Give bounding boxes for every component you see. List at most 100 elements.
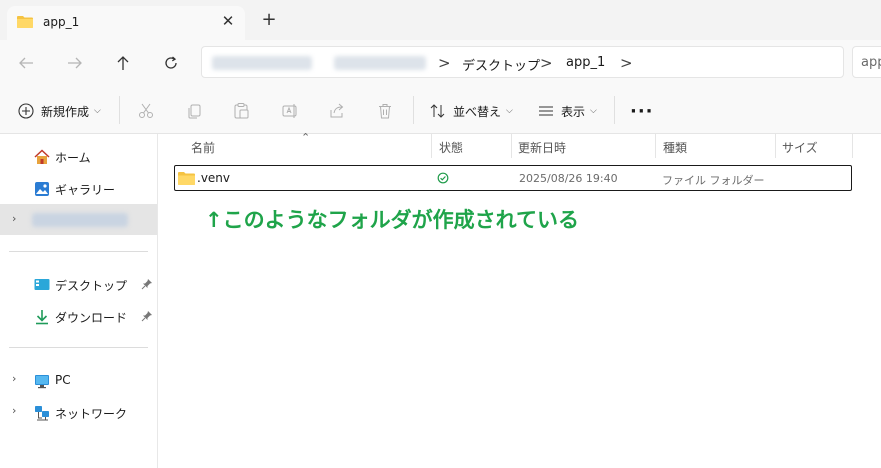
sort-icon bbox=[430, 104, 445, 118]
divider bbox=[413, 96, 414, 124]
forward-button[interactable] bbox=[63, 52, 87, 74]
divider bbox=[9, 347, 148, 348]
sidebar-item-home[interactable]: ホーム bbox=[0, 142, 157, 170]
breadcrumb-separator: > bbox=[540, 54, 553, 72]
trash-icon bbox=[379, 104, 391, 119]
annotation-text: ↑このようなフォルダが作成されている bbox=[205, 208, 579, 232]
divider bbox=[614, 96, 615, 124]
breadcrumb-separator: > bbox=[620, 54, 633, 72]
sort-button[interactable]: 並べ替え ⌵ bbox=[429, 100, 513, 122]
view-button-label: 表示 bbox=[561, 104, 586, 119]
cut-button[interactable] bbox=[137, 100, 155, 122]
chevron-right-icon[interactable]: › bbox=[12, 372, 16, 385]
divider bbox=[9, 251, 148, 252]
sidebar-item-network[interactable]: › ネットワーク bbox=[0, 398, 157, 426]
file-list: ⌃ 名前 状態 更新日時 種類 サイズ .venv 2025/08/26 19:… bbox=[159, 131, 881, 468]
new-tab-button[interactable]: + bbox=[258, 9, 280, 31]
up-arrow-icon bbox=[117, 56, 129, 70]
back-button[interactable] bbox=[14, 52, 38, 74]
divider bbox=[119, 96, 120, 124]
close-tab-icon[interactable]: ✕ bbox=[219, 12, 237, 30]
back-arrow-icon bbox=[19, 57, 33, 69]
command-bar: 新規作成 ⌵ 並べ替え ⌵ 表示 ⌵ ··· bbox=[0, 86, 881, 134]
sidebar-item-label: ギャラリー bbox=[55, 183, 116, 197]
share-button[interactable] bbox=[328, 100, 346, 122]
file-type: ファイル フォルダー bbox=[662, 174, 765, 187]
sidebar-item-downloads[interactable]: ダウンロード bbox=[0, 302, 157, 330]
column-divider[interactable] bbox=[655, 134, 656, 158]
table-row[interactable]: .venv 2025/08/26 19:40 ファイル フォルダー bbox=[174, 165, 852, 191]
column-header-name[interactable]: 名前 bbox=[191, 139, 215, 156]
breadcrumb-desktop[interactable]: デスクトップ bbox=[462, 55, 540, 74]
forward-arrow-icon bbox=[68, 57, 82, 69]
synced-check-icon bbox=[437, 172, 449, 184]
sort-button-label: 並べ替え bbox=[453, 104, 502, 119]
breadcrumb-separator: > bbox=[438, 54, 451, 72]
plus-circle-icon bbox=[18, 103, 34, 119]
paste-button[interactable] bbox=[232, 100, 250, 122]
pin-icon[interactable] bbox=[141, 310, 153, 322]
folder-icon bbox=[17, 16, 33, 28]
column-divider[interactable] bbox=[852, 134, 853, 158]
gallery-icon bbox=[35, 182, 49, 196]
sidebar-item-pc[interactable]: › PC bbox=[0, 366, 157, 394]
download-icon bbox=[36, 310, 48, 325]
chevron-down-icon: ⌵ bbox=[506, 106, 513, 116]
redacted-crumb bbox=[334, 56, 426, 70]
column-divider[interactable] bbox=[775, 134, 776, 158]
pc-icon bbox=[35, 375, 49, 389]
share-icon bbox=[330, 103, 344, 118]
sidebar-item-label: PC bbox=[55, 373, 71, 387]
more-options-button[interactable]: ··· bbox=[630, 100, 654, 122]
column-header-size[interactable]: サイズ bbox=[782, 139, 818, 156]
file-modified: 2025/08/26 19:40 bbox=[519, 172, 618, 185]
refresh-button[interactable] bbox=[159, 52, 183, 74]
sort-ascending-icon: ⌃ bbox=[301, 131, 311, 144]
column-divider[interactable] bbox=[511, 134, 512, 158]
chevron-down-icon: ⌵ bbox=[590, 106, 597, 116]
sidebar-item-gallery[interactable]: ギャラリー bbox=[0, 174, 157, 202]
paste-icon bbox=[234, 103, 249, 119]
refresh-icon bbox=[165, 56, 177, 69]
copy-button[interactable] bbox=[185, 100, 203, 122]
new-button-label: 新規作成 bbox=[41, 104, 90, 119]
sidebar-item-label: ホーム bbox=[55, 151, 91, 165]
address-row: > デスクトップ > app_1 > app bbox=[0, 40, 881, 86]
address-bar[interactable]: > デスクトップ > app_1 > bbox=[201, 46, 844, 78]
file-name: .venv bbox=[197, 171, 231, 185]
redacted-label bbox=[32, 213, 128, 227]
folder-icon bbox=[178, 172, 195, 185]
view-list-icon bbox=[539, 106, 553, 116]
delete-button[interactable] bbox=[376, 100, 394, 122]
column-header-status[interactable]: 状態 bbox=[439, 139, 463, 156]
rename-icon bbox=[282, 104, 297, 118]
sidebar-item-onedrive[interactable]: › bbox=[0, 204, 157, 235]
navigation-pane: ホーム ギャラリー › デスクトップ ダウンロード › PC › ネットワーク bbox=[0, 134, 158, 468]
new-button[interactable]: 新規作成 ⌵ bbox=[17, 100, 101, 122]
desktop-icon bbox=[34, 279, 50, 290]
chevron-right-icon[interactable]: › bbox=[12, 404, 16, 417]
tab-strip: app_1 ✕ + bbox=[0, 0, 881, 40]
network-icon bbox=[35, 406, 49, 421]
pin-icon[interactable] bbox=[141, 278, 153, 290]
chevron-right-icon: › bbox=[12, 212, 17, 225]
tab-title: app_1 bbox=[43, 15, 80, 29]
search-input[interactable]: app bbox=[852, 46, 881, 78]
sidebar-item-label: デスクトップ bbox=[55, 279, 128, 293]
cut-icon bbox=[139, 103, 153, 118]
redacted-crumb bbox=[212, 56, 312, 70]
chevron-down-icon: ⌵ bbox=[94, 106, 101, 116]
column-header-modified[interactable]: 更新日時 bbox=[518, 139, 566, 156]
view-button[interactable]: 表示 ⌵ bbox=[537, 100, 597, 122]
column-divider[interactable] bbox=[431, 134, 432, 158]
sidebar-item-label: ダウンロード bbox=[55, 311, 128, 325]
home-icon bbox=[34, 149, 50, 164]
copy-icon bbox=[188, 104, 201, 119]
tab-app-1[interactable]: app_1 ✕ bbox=[7, 6, 245, 40]
up-button[interactable] bbox=[111, 52, 135, 74]
breadcrumb-app-1[interactable]: app_1 bbox=[566, 55, 605, 70]
sidebar-item-label: ネットワーク bbox=[55, 407, 128, 421]
rename-button[interactable] bbox=[281, 100, 299, 122]
sidebar-item-desktop[interactable]: デスクトップ bbox=[0, 270, 157, 298]
column-header-type[interactable]: 種類 bbox=[663, 139, 687, 156]
